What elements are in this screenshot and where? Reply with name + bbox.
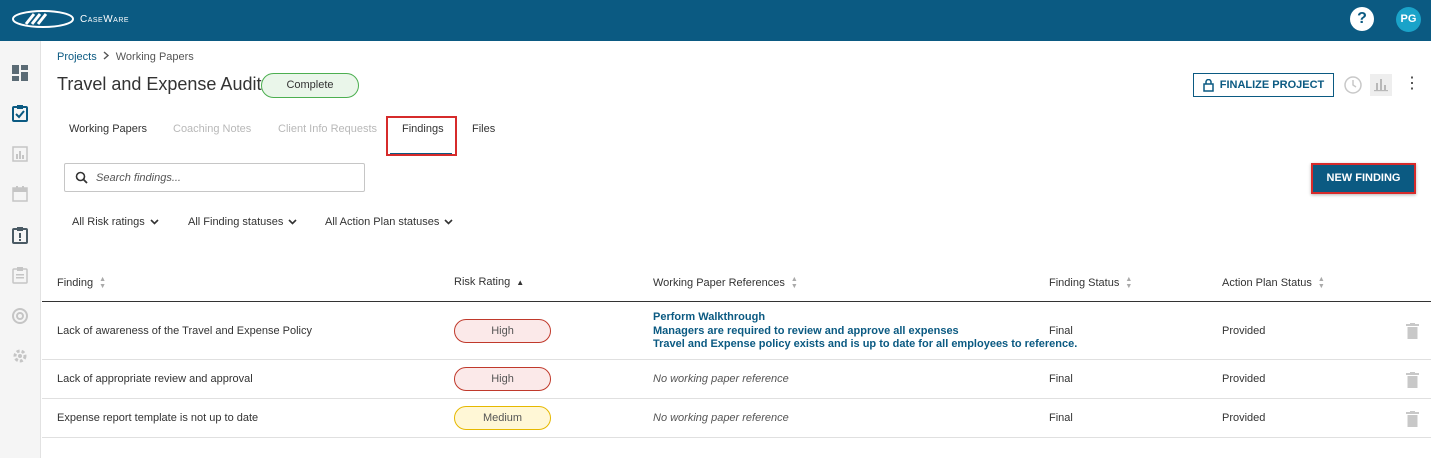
trash-icon[interactable] [1406,323,1419,339]
clipboard-icon[interactable] [11,266,29,284]
finding-title[interactable]: Lack of awareness of the Travel and Expe… [57,325,312,337]
lock-icon [1202,78,1214,92]
action-plan-status: Provided [1222,412,1266,424]
risk-rating-badge: High [454,367,551,391]
risk-rating-filter[interactable]: All Risk ratings [72,216,159,228]
page-title: Travel and Expense Audit [57,74,262,94]
column-header-finding[interactable]: Finding ▲ ▼ [57,276,106,290]
chevron-down-icon [150,219,159,225]
working-paper-references: Perform Walkthrough Managers are require… [653,311,1077,352]
table-row[interactable]: Expense report template is not up to dat… [42,400,1431,438]
project-status-badge: Complete [261,73,359,98]
column-label: Working Paper References [653,277,785,289]
sort-ascending-icon: ▲ [516,277,525,287]
main-content: Projects Working Papers Travel and Expen… [42,41,1431,458]
sort-icon: ▲ ▼ [1317,276,1325,290]
user-avatar[interactable]: PG [1396,7,1421,32]
analytics-chart-icon[interactable] [1370,74,1392,96]
chevron-down-icon [444,219,453,225]
working-paper-reference-link[interactable]: Travel and Expense policy exists and is … [653,338,1077,352]
finding-title[interactable]: Expense report template is not up to dat… [57,412,258,424]
table-row[interactable]: Lack of awareness of the Travel and Expe… [42,303,1431,360]
checklist-icon[interactable] [11,104,29,122]
sort-icon: ▲ ▼ [1125,276,1133,290]
support-icon[interactable] [11,307,29,325]
breadcrumb-projects-link[interactable]: Projects [57,51,97,63]
risk-rating-badge: Medium [454,406,551,430]
dashboard-icon[interactable] [11,64,29,82]
more-options-icon[interactable]: ⋮ [1404,75,1420,95]
top-bar: CaseWare ? PG [0,0,1431,41]
finding-status: Final [1049,325,1073,337]
new-finding-button[interactable]: NEW FINDING [1311,163,1416,194]
sort-icon: ▲ ▼ [790,276,798,290]
column-header-action-plan-status[interactable]: Action Plan Status ▲ ▼ [1222,276,1325,290]
finding-status-filter[interactable]: All Finding statuses [188,216,297,228]
finding-status: Final [1049,373,1073,385]
search-icon [75,171,88,184]
tab-client-info-requests[interactable]: Client Info Requests [278,121,377,151]
finalize-project-label: FINALIZE PROJECT [1219,79,1325,91]
finding-title[interactable]: Lack of appropriate review and approval [57,373,253,385]
chevron-right-icon [103,51,110,63]
sort-icon: ▲ ▼ [99,276,107,290]
tab-files[interactable]: Files [472,121,495,151]
tab-working-papers[interactable]: Working Papers [69,121,147,151]
brand-name: CaseWare [80,13,130,25]
breadcrumb: Projects Working Papers [57,51,194,63]
findings-alert-icon[interactable] [11,226,29,244]
finding-status-filter-label: All Finding statuses [188,216,284,228]
breadcrumb-current: Working Papers [115,51,194,63]
settings-icon[interactable] [11,347,29,365]
no-working-paper-reference: No working paper reference [653,373,789,385]
action-plan-status: Provided [1222,325,1266,337]
column-label: Action Plan Status [1222,277,1312,289]
table-row[interactable]: Lack of appropriate review and approval … [42,361,1431,399]
working-paper-reference-link[interactable]: Perform Walkthrough [653,311,1077,325]
action-plan-status-filter[interactable]: All Action Plan statuses [325,216,453,228]
reports-icon[interactable] [11,145,29,163]
trash-icon[interactable] [1406,372,1419,388]
column-header-finding-status[interactable]: Finding Status ▲ ▼ [1049,276,1132,290]
risk-rating-filter-label: All Risk ratings [72,216,145,228]
caseware-logo-icon [12,10,74,28]
caseware-logo[interactable]: CaseWare [12,10,129,28]
finalize-project-button[interactable]: FINALIZE PROJECT [1193,73,1334,97]
working-paper-reference-link[interactable]: Managers are required to review and appr… [653,325,1077,339]
column-header-working-paper-references[interactable]: Working Paper References ▲ ▼ [653,276,798,290]
calendar-icon[interactable] [11,185,29,203]
action-plan-status-filter-label: All Action Plan statuses [325,216,440,228]
chevron-down-icon [288,219,297,225]
column-header-risk-rating[interactable]: Risk Rating ▲ [454,276,524,288]
column-label: Finding Status [1049,277,1120,289]
table-header: Finding ▲ ▼ Risk Rating ▲ Working Paper R… [42,266,1431,302]
action-plan-status: Provided [1222,373,1266,385]
search-findings-box [64,163,365,192]
findings-tab-highlight [386,116,457,156]
risk-rating-badge: High [454,319,551,343]
column-label: Finding [57,277,94,289]
no-working-paper-reference: No working paper reference [653,412,789,424]
help-button[interactable]: ? [1350,7,1374,31]
sidebar [0,41,41,458]
tab-coaching-notes[interactable]: Coaching Notes [173,121,251,151]
search-findings-input[interactable] [96,171,356,184]
trash-icon[interactable] [1406,411,1419,427]
finding-status: Final [1049,412,1073,424]
history-clock-icon[interactable] [1342,74,1364,96]
column-label: Risk Rating [454,276,511,288]
